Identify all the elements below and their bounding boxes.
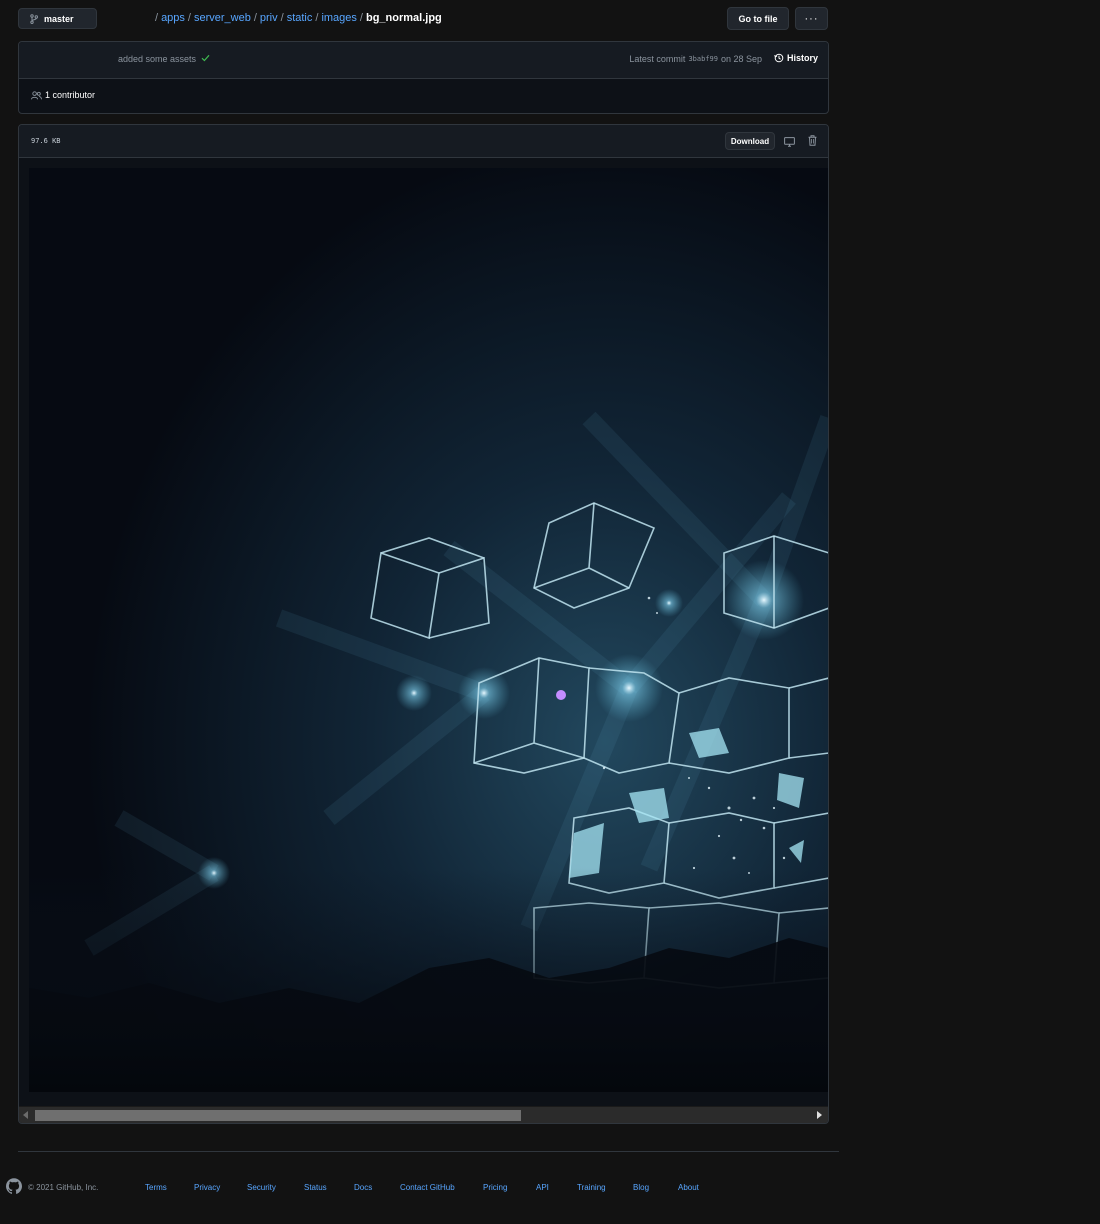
footer-link-docs[interactable]: Docs — [354, 1183, 372, 1192]
image-preview — [29, 168, 828, 1092]
breadcrumb-separator: / — [187, 12, 191, 24]
footer-copyright: © 2021 GitHub, Inc. — [28, 1183, 99, 1192]
branch-label: master — [44, 13, 74, 24]
breadcrumb-separator: / — [315, 12, 319, 24]
breadcrumb-separator: / — [359, 12, 363, 24]
file-header: 97.6 KB Download — [19, 125, 828, 158]
history-label: History — [786, 53, 818, 63]
commit-message: added some assets — [118, 54, 210, 64]
latest-commit: Latest commit 3babf99 on 28 Sep — [629, 54, 762, 64]
footer-divider — [18, 1151, 839, 1152]
footer-link-training[interactable]: Training — [577, 1183, 606, 1192]
footer-link-pricing[interactable]: Pricing — [483, 1183, 507, 1192]
footer-link-status[interactable]: Status — [304, 1183, 327, 1192]
trash-icon[interactable] — [808, 133, 817, 151]
download-button[interactable]: Download — [725, 132, 775, 150]
breadcrumb-separator: / — [253, 12, 257, 24]
footer-link-privacy[interactable]: Privacy — [194, 1183, 220, 1192]
scroll-left-arrow-icon[interactable] — [23, 1111, 28, 1119]
concert-light-image — [29, 168, 828, 1092]
commit-sha-link[interactable]: 3babf99 — [688, 55, 718, 63]
git-branch-icon — [30, 13, 38, 24]
go-to-file-button[interactable]: Go to file — [727, 7, 789, 30]
breadcrumb: / apps / server_web / priv / static / im… — [152, 12, 442, 24]
breadcrumb-separator: / — [280, 12, 284, 24]
footer-link-terms[interactable]: Terms — [145, 1183, 167, 1192]
commit-message-link[interactable]: added some assets — [118, 54, 196, 64]
file-size: 97.6 KB — [31, 137, 61, 145]
scrollbar-thumb[interactable] — [35, 1110, 521, 1121]
breadcrumb-priv[interactable]: priv — [260, 12, 278, 24]
check-icon — [201, 54, 210, 64]
history-icon — [774, 53, 784, 63]
desktop-icon[interactable] — [784, 134, 795, 152]
footer: © 2021 GitHub, Inc. Terms Privacy Securi… — [0, 1176, 840, 1198]
contributors-label: 1 contributor — [45, 90, 96, 100]
footer-link-security[interactable]: Security — [247, 1183, 276, 1192]
footer-link-api[interactable]: API — [536, 1183, 549, 1192]
history-link[interactable]: History — [774, 53, 818, 63]
latest-commit-label: Latest commit — [629, 54, 686, 64]
file-viewer: 97.6 KB Download — [18, 124, 829, 1124]
breadcrumb-current-file: bg_normal.jpg — [365, 12, 442, 24]
branch-select-button[interactable]: master — [18, 8, 97, 29]
breadcrumb-static[interactable]: static — [287, 12, 313, 24]
github-logo-icon[interactable] — [6, 1178, 22, 1199]
contributors-link[interactable]: 1 contributor — [31, 90, 95, 100]
commit-date: on 28 Sep — [720, 54, 762, 64]
breadcrumb-server-web[interactable]: server_web — [194, 12, 251, 24]
scroll-right-arrow-icon[interactable] — [817, 1111, 822, 1119]
people-icon — [31, 90, 42, 100]
horizontal-scrollbar[interactable] — [19, 1106, 828, 1123]
breadcrumb-separator: / — [155, 12, 159, 24]
breadcrumb-apps[interactable]: apps — [161, 12, 185, 24]
breadcrumb-images[interactable]: images — [321, 12, 356, 24]
more-options-button[interactable]: ··· — [795, 7, 828, 30]
footer-link-about[interactable]: About — [678, 1183, 699, 1192]
commit-header: added some assets Latest commit 3babf99 … — [19, 42, 828, 79]
footer-link-contact[interactable]: Contact GitHub — [400, 1183, 455, 1192]
footer-link-blog[interactable]: Blog — [633, 1183, 649, 1192]
commit-info-box: added some assets Latest commit 3babf99 … — [18, 41, 829, 114]
